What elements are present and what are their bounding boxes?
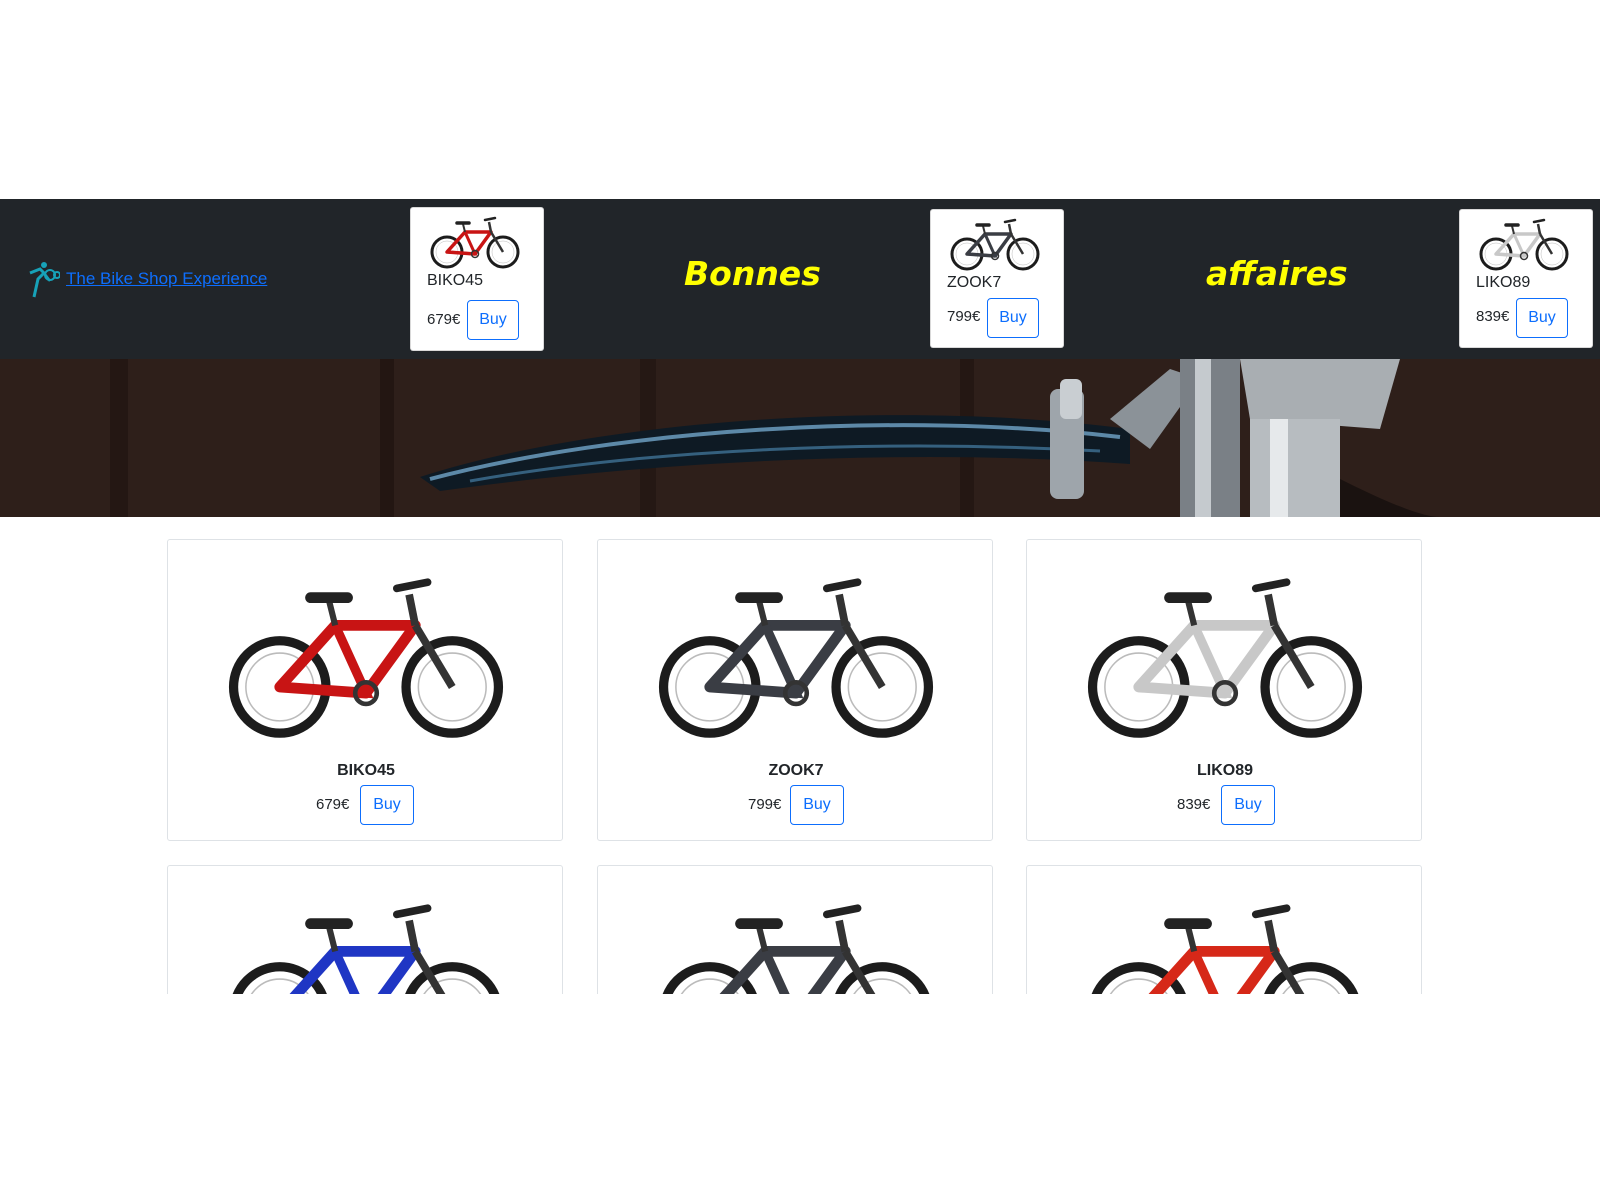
product-card: BIKO45 679€ Buy [167, 539, 563, 841]
buy-button[interactable]: Buy [987, 298, 1039, 338]
bike-frame-part [1251, 578, 1291, 593]
bike-thumbnail [950, 218, 1040, 271]
bike-frame-part [756, 925, 769, 953]
deal-name: LIKO89 [1476, 274, 1531, 291]
deal-card: LIKO89 839€ Buy [1459, 209, 1593, 348]
buy-button[interactable]: Buy [1221, 785, 1275, 825]
product-grid: BIKO45 679€ Buy ZOOK7 799€ Buy LIKO89 83… [0, 517, 1600, 994]
bike-wheel [853, 978, 912, 994]
bike-frame-part [392, 904, 432, 919]
bike-frame-part [483, 216, 497, 222]
bike-frame-part [1532, 218, 1546, 224]
bike-frame-part [1185, 925, 1198, 953]
bike-frame-part [392, 578, 432, 593]
hero-banner [0, 359, 1600, 517]
bike-wheel [1260, 636, 1363, 738]
navbar: The Bike Shop Experience BIKO45 679€ Buy… [0, 199, 1600, 359]
hero-bike-fender-image [0, 359, 1600, 517]
bike-frame-part [1003, 218, 1017, 224]
bike-wheel [423, 978, 482, 994]
bike-wheel [1282, 978, 1341, 994]
bike-frame-part [1185, 599, 1198, 627]
bike-thumbnail [430, 216, 520, 269]
bike-frame-part [822, 578, 862, 593]
bike-image [1087, 578, 1363, 738]
bike-frame-part [462, 223, 466, 233]
product-name: LIKO89 [1196, 762, 1253, 779]
bike-wheel [1264, 962, 1359, 994]
buy-button[interactable]: Buy [790, 785, 844, 825]
bike-frame-part [982, 225, 986, 235]
bike-frame-part [326, 599, 339, 627]
deal-name: ZOOK7 [947, 274, 1002, 291]
deal-card: ZOOK7 799€ Buy [930, 209, 1064, 348]
deal-price: 839€ [1476, 308, 1510, 325]
deal-card: BIKO45 679€ Buy [410, 207, 544, 351]
bike-thumbnail [1479, 218, 1569, 271]
product-card [1026, 865, 1422, 994]
product-name: ZOOK7 [768, 762, 824, 779]
product-price: 679€ [316, 796, 350, 813]
deal-name: BIKO45 [427, 272, 484, 289]
bike-image [232, 904, 500, 994]
cyclist-logo-icon [29, 262, 60, 298]
product-price: 839€ [1177, 796, 1211, 813]
deal-price: 679€ [427, 311, 461, 328]
bike-wheel [835, 962, 930, 994]
bike-image [658, 578, 934, 738]
promo-word-bonnes: Bonnes [684, 254, 821, 293]
bike-wheel [401, 636, 504, 738]
promo-word-affaires: affaires [1206, 254, 1348, 293]
product-price: 799€ [748, 796, 782, 813]
buy-button[interactable]: Buy [1516, 298, 1568, 338]
bike-wheel [405, 962, 500, 994]
bike-frame-part [326, 925, 339, 953]
bike-frame-part [756, 599, 769, 627]
bike-image [1091, 904, 1359, 994]
bike-frame-part [1511, 225, 1515, 235]
brand-link[interactable]: The Bike Shop Experience [66, 269, 267, 289]
bike-frame-part [1251, 904, 1291, 919]
buy-button[interactable]: Buy [467, 300, 519, 340]
buy-button[interactable]: Buy [360, 785, 414, 825]
deal-price: 799€ [947, 308, 981, 325]
product-card [597, 865, 993, 994]
product-card: LIKO89 839€ Buy [1026, 539, 1422, 841]
bike-image [228, 578, 504, 738]
product-card [167, 865, 563, 994]
brand: The Bike Shop Experience [24, 259, 267, 299]
product-card: ZOOK7 799€ Buy [597, 539, 993, 841]
bike-image [662, 904, 930, 994]
bike-wheel [831, 636, 934, 738]
bike-frame-part [822, 904, 862, 919]
product-name: BIKO45 [337, 762, 395, 779]
